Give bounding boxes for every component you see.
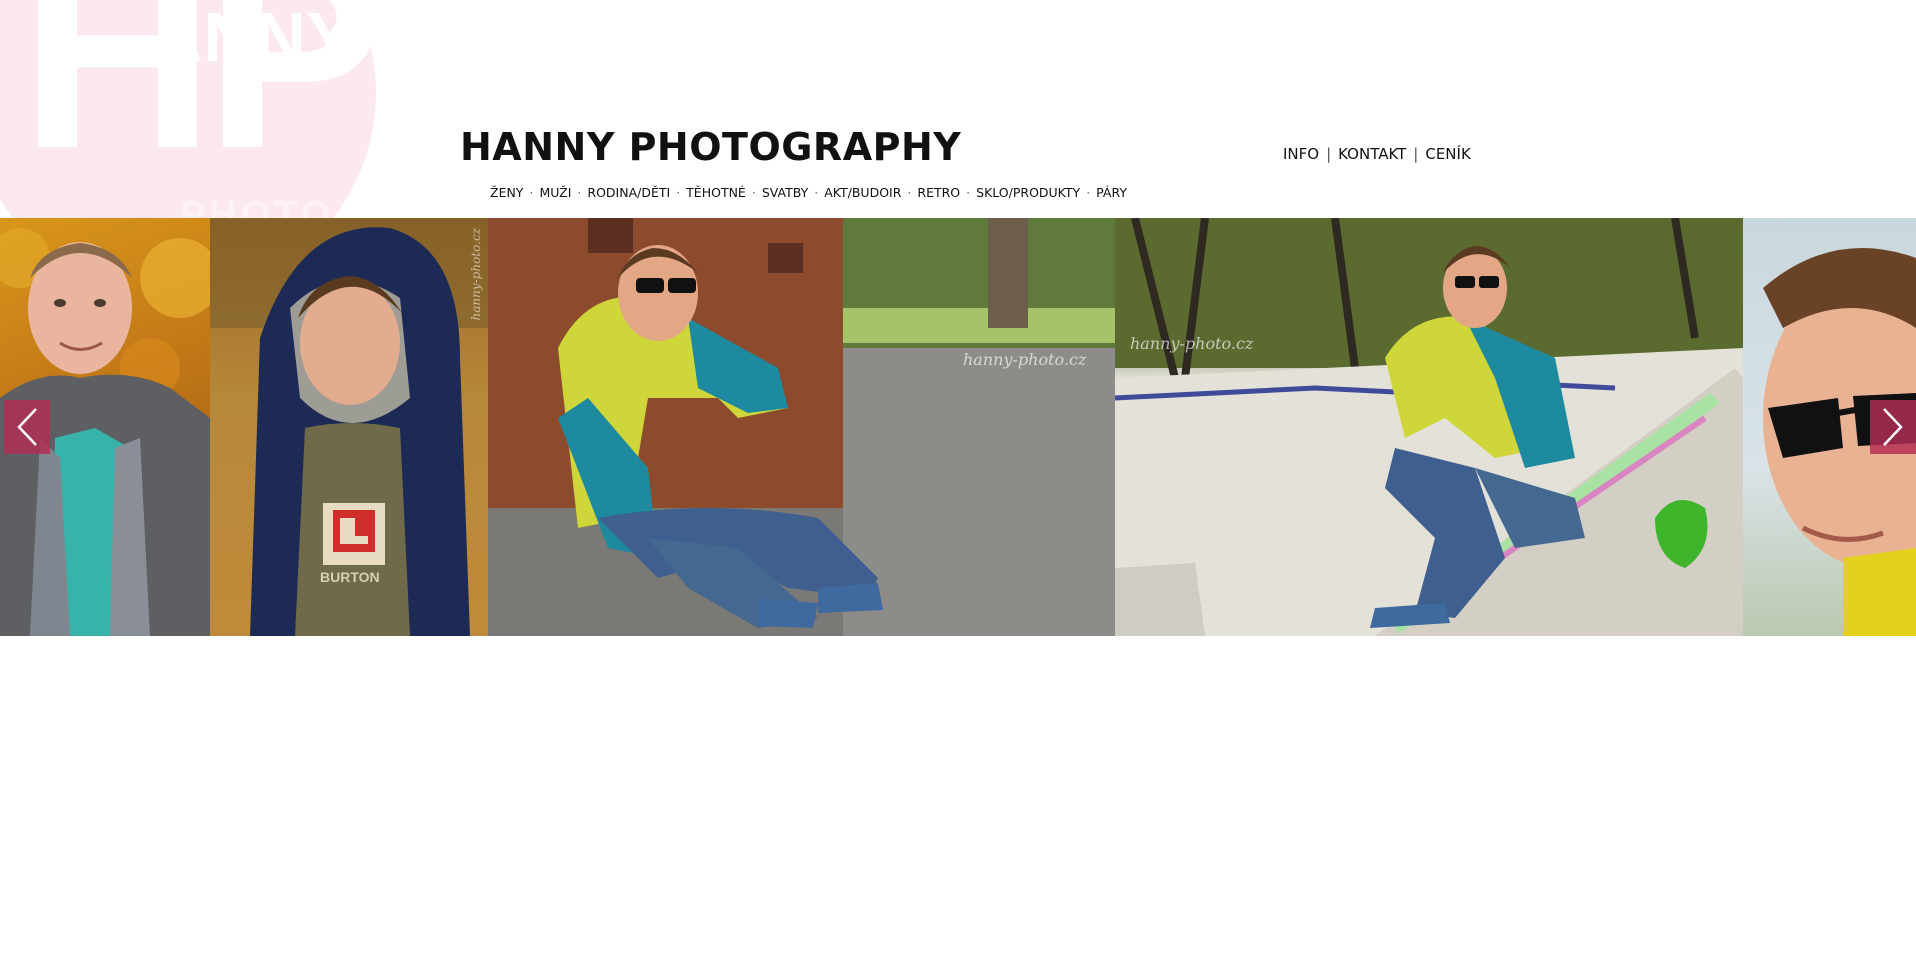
nav-item-pary[interactable]: PÁRY — [1096, 186, 1127, 200]
nav-item-muzi[interactable]: MUŽI — [539, 186, 571, 200]
nav-item-akt-budoir[interactable]: AKT/BUDOIR — [824, 186, 901, 200]
chevron-right-icon — [1883, 408, 1903, 446]
photo-slider: BURTON hanny-photo.cz hanny-photo.cz han… — [0, 218, 1916, 636]
nav-separator: · — [676, 185, 681, 200]
photo-watermark: hanny-photo.cz — [469, 228, 483, 321]
top-link-kontakt[interactable]: KONTAKT — [1338, 147, 1406, 162]
link-separator: | — [1326, 145, 1332, 163]
nav-separator: · — [751, 185, 756, 200]
link-separator: | — [1413, 145, 1419, 163]
nav-separator: · — [966, 185, 971, 200]
nav-separator: · — [529, 185, 534, 200]
photo-watermark: hanny-photo.cz — [1130, 334, 1254, 353]
nav-separator: · — [577, 185, 582, 200]
nav-separator: · — [814, 185, 819, 200]
photo-3-illustration — [488, 218, 1115, 636]
background-logo: HP ANNY PHOTO — [0, 0, 380, 218]
nav-item-sklo-produkty[interactable]: SKLO/PRODUKTY — [976, 186, 1080, 200]
nav-item-svatby[interactable]: SVATBY — [762, 186, 808, 200]
nav-item-retro[interactable]: RETRO — [917, 186, 960, 200]
slide-photo-4[interactable]: hanny-photo.cz — [1115, 218, 1743, 636]
nav-separator: · — [1086, 185, 1091, 200]
slider-prev-button[interactable] — [4, 400, 50, 454]
photo-watermark: hanny-photo.cz — [963, 350, 1087, 369]
logo-word: ANNY — [152, 0, 355, 76]
main-nav: ŽENY · MUŽI · RODINA/DĚTI · TĚHOTNÉ · SV… — [490, 185, 1127, 200]
nav-item-rodina-deti[interactable]: RODINA/DĚTI — [587, 186, 670, 200]
slide-photo-3[interactable]: hanny-photo.cz — [488, 218, 1115, 636]
site-title[interactable]: HANNY PHOTOGRAPHY — [460, 128, 961, 166]
nav-separator: · — [907, 185, 912, 200]
slide-photo-2[interactable]: BURTON hanny-photo.cz — [210, 218, 488, 636]
top-link-cenik[interactable]: CENÍK — [1425, 147, 1470, 162]
slider-next-button[interactable] — [1870, 400, 1916, 454]
logo-subtitle: PHOTO — [180, 194, 335, 218]
photo-4-illustration — [1115, 218, 1743, 636]
top-links: INFO | KONTAKT | CENÍK — [1283, 147, 1471, 162]
shirt-print-text: BURTON — [320, 569, 380, 585]
chevron-left-icon — [17, 408, 37, 446]
nav-item-tehotne[interactable]: TĚHOTNÉ — [686, 186, 746, 200]
nav-item-zeny[interactable]: ŽENY — [490, 186, 523, 200]
top-link-info[interactable]: INFO — [1283, 147, 1319, 162]
